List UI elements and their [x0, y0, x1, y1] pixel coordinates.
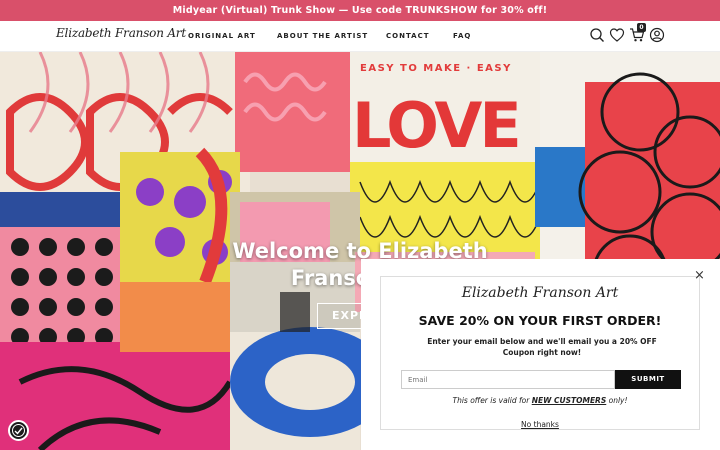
popup-description: Enter your email below and we'll email y… — [427, 337, 657, 357]
nav-contact[interactable]: CONTACT — [386, 21, 430, 52]
nav-about-the-artist[interactable]: ABOUT THE ARTIST — [277, 21, 368, 52]
accessibility-button[interactable] — [8, 420, 29, 441]
nav-original-art[interactable]: ORIGINAL ART — [188, 21, 256, 52]
art-text-easy: EASY TO MAKE · EASY — [360, 63, 512, 74]
offer-note: This offer is valid for NEW CUSTOMERS on… — [381, 396, 699, 405]
site-logo[interactable]: Elizabeth Franson Art — [56, 26, 186, 40]
art-text-love: LOVE — [352, 89, 519, 162]
accessibility-icon — [12, 424, 25, 437]
site-header: Elizabeth Franson Art ORIGINAL ART ABOUT… — [0, 21, 720, 52]
account-icon[interactable] — [649, 27, 665, 43]
search-icon[interactable] — [589, 27, 605, 43]
submit-button[interactable]: SUBMIT — [615, 370, 681, 389]
close-icon[interactable]: × — [694, 269, 705, 282]
popup-logo: Elizabeth Franson Art — [461, 285, 619, 301]
no-thanks-link[interactable]: No thanks — [381, 420, 699, 429]
offer-prefix: This offer is valid for — [452, 396, 532, 405]
heart-icon[interactable] — [609, 27, 625, 43]
signup-popup: Elizabeth Franson Art SAVE 20% ON YOUR F… — [361, 259, 720, 450]
email-input[interactable] — [401, 370, 615, 389]
nav-faq[interactable]: FAQ — [453, 21, 471, 52]
popup-title: SAVE 20% ON YOUR FIRST ORDER! — [418, 313, 662, 328]
cart-count-badge: 0 — [637, 23, 646, 32]
popup-frame: Elizabeth Franson Art SAVE 20% ON YOUR F… — [380, 276, 700, 430]
offer-highlight: NEW CUSTOMERS — [531, 396, 607, 405]
offer-suffix: only! — [606, 396, 628, 405]
announcement-bar: Midyear (Virtual) Trunk Show — Use code … — [0, 0, 720, 21]
